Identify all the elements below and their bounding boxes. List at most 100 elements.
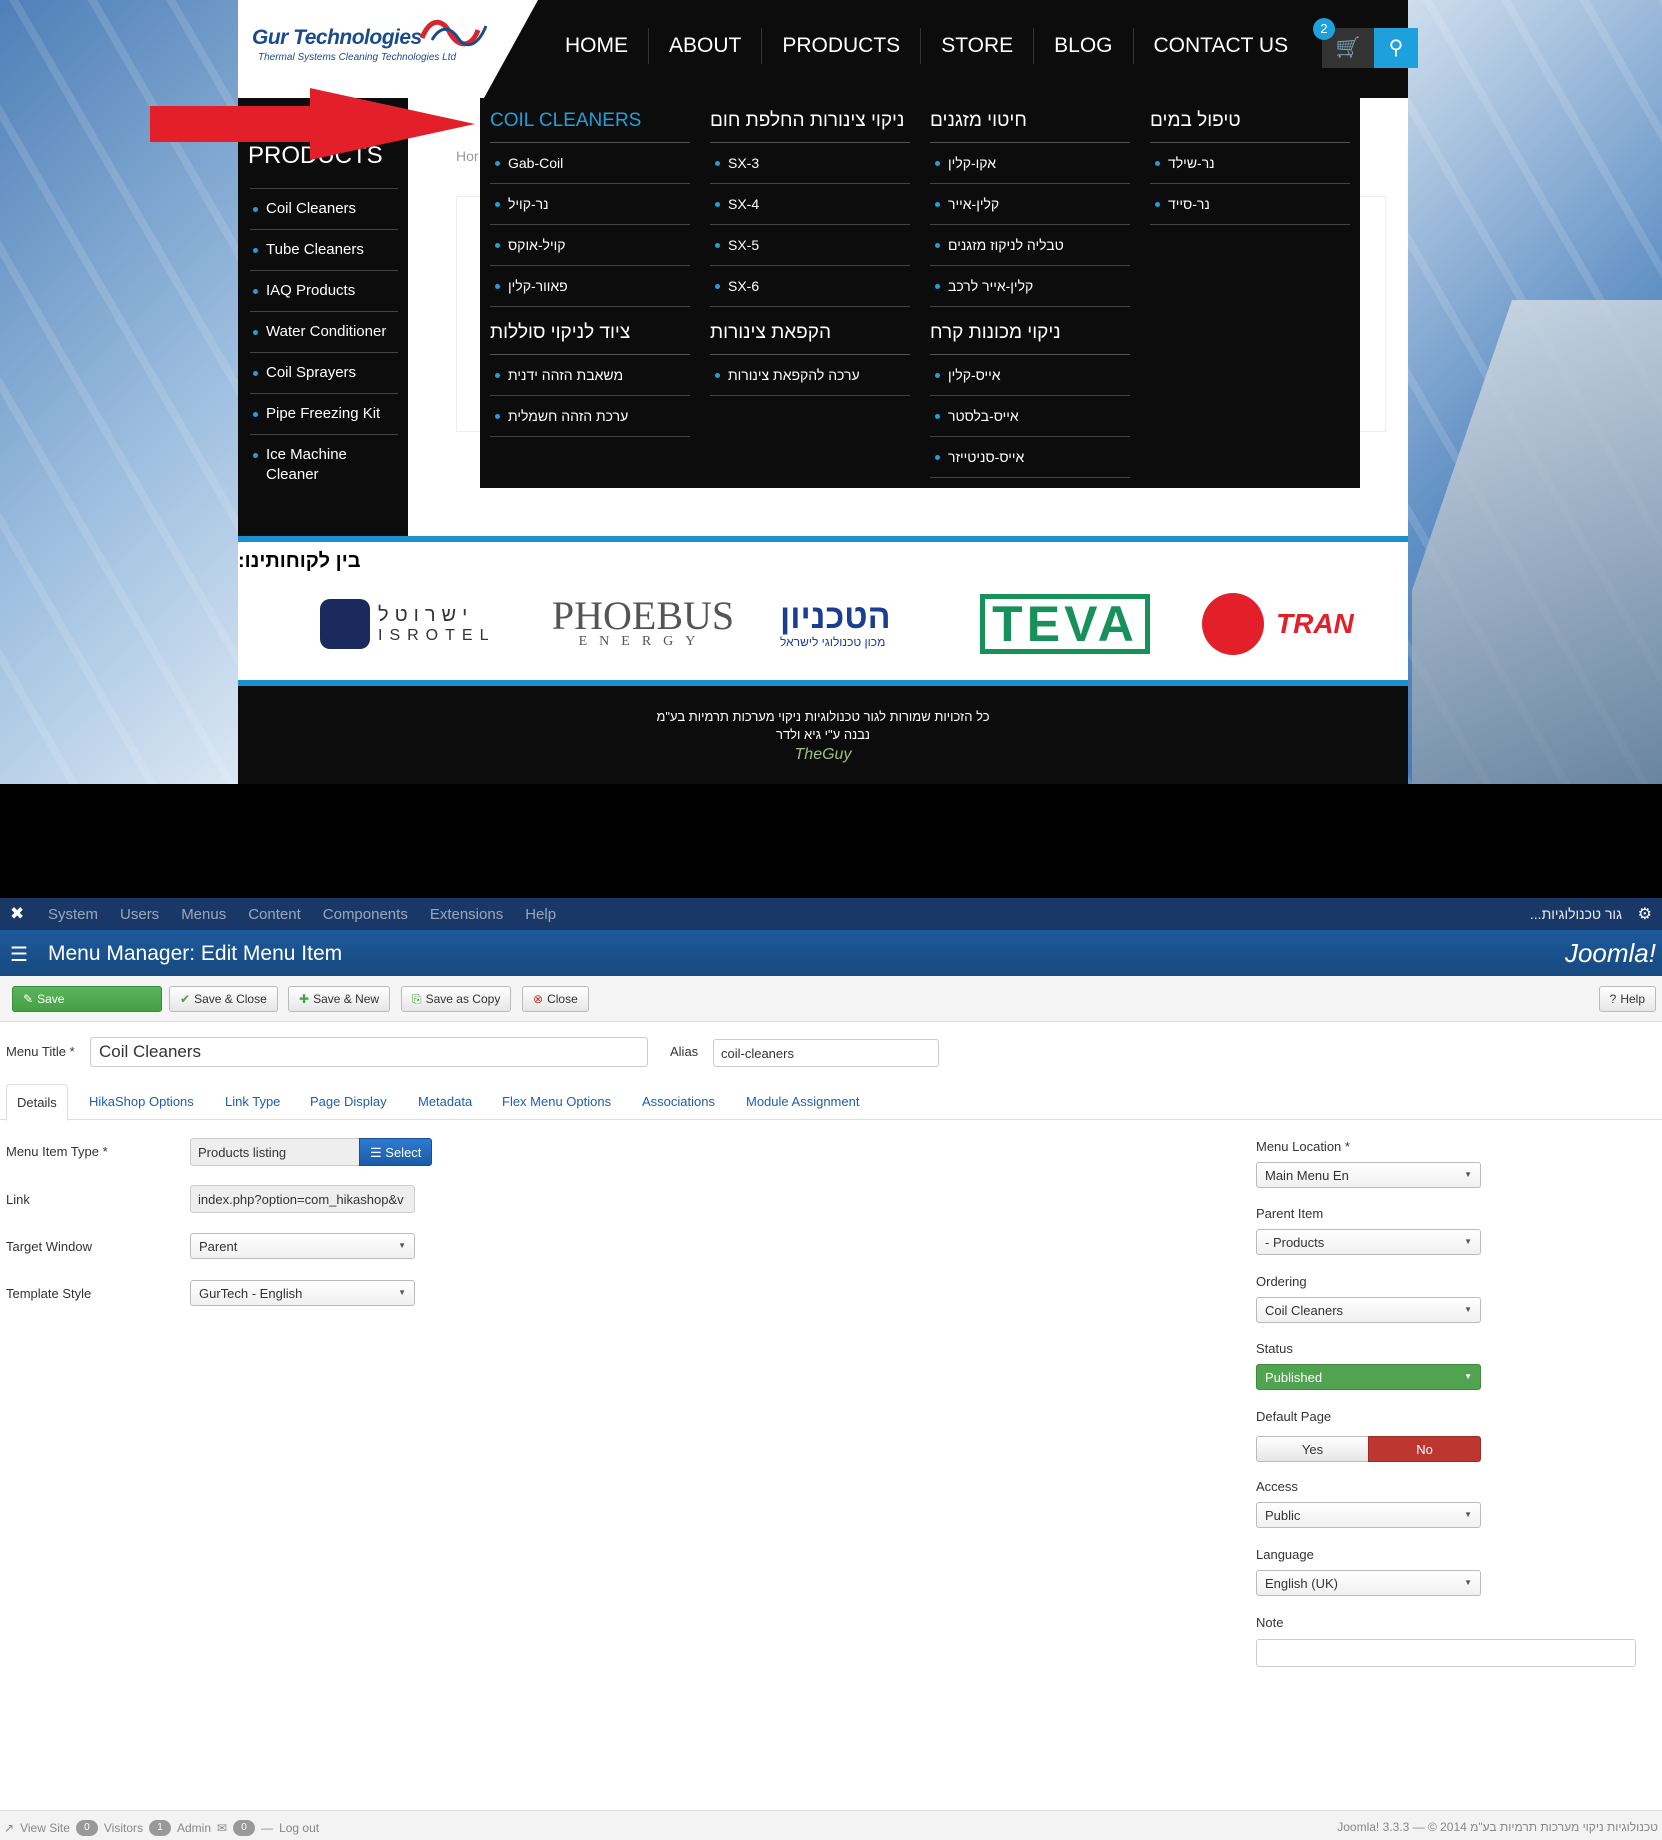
- menu-system[interactable]: System: [48, 906, 98, 923]
- sidebar-item-water-conditioner[interactable]: Water Conditioner: [250, 311, 398, 352]
- tab-page-display[interactable]: Page Display: [300, 1084, 397, 1120]
- sidebar-item-ice-machine-cleaner[interactable]: Ice Machine Cleaner: [250, 434, 398, 495]
- mega-item[interactable]: משאבת הזהה ידנית: [490, 355, 690, 396]
- mega-item[interactable]: קלין-אייר לרכב: [930, 266, 1130, 307]
- select-button[interactable]: ☰ Select: [359, 1138, 433, 1166]
- note-field[interactable]: [1256, 1639, 1636, 1667]
- mega-item[interactable]: SX-3: [710, 143, 910, 184]
- tab-metadata[interactable]: Metadata: [408, 1084, 482, 1120]
- menu-menus[interactable]: Menus: [181, 906, 226, 923]
- trane-circle-icon: [1202, 593, 1264, 655]
- mega-item[interactable]: נר-קויל: [490, 184, 690, 225]
- mega-item[interactable]: טבליה לניקוז מזגנים: [930, 225, 1130, 266]
- default-no-button[interactable]: No: [1368, 1436, 1481, 1462]
- mega-item[interactable]: אייס-בלסטר: [930, 396, 1130, 437]
- parent-item-select[interactable]: - Products: [1256, 1229, 1481, 1255]
- mega-item[interactable]: נר-סייד: [1150, 184, 1350, 225]
- mega-item[interactable]: אקו-קלין: [930, 143, 1130, 184]
- tab-hikashop-options[interactable]: HikaShop Options: [79, 1084, 204, 1120]
- default-yes-button[interactable]: Yes: [1256, 1436, 1369, 1462]
- tab-details[interactable]: Details: [6, 1084, 68, 1121]
- save-copy-button[interactable]: ⎘ Save as Copy: [401, 986, 512, 1012]
- template-style-select[interactable]: GurTech - English: [190, 1280, 415, 1306]
- sidebar-item-coil-sprayers[interactable]: Coil Sprayers: [250, 352, 398, 393]
- mega-heading[interactable]: ניקוי מכונות קרח: [930, 310, 1130, 355]
- site-screenshot: Gur Technologies Thermal Systems Cleanin…: [0, 0, 1662, 784]
- mega-heading[interactable]: הקפאת צינורות: [710, 310, 910, 355]
- sidebar-item-coil-cleaners[interactable]: Coil Cleaners: [250, 188, 398, 229]
- status-select[interactable]: Published: [1256, 1364, 1481, 1390]
- nav-blog[interactable]: BLOG: [1034, 28, 1134, 64]
- nav-store[interactable]: STORE: [921, 28, 1035, 64]
- sidebar-item-tube-cleaners[interactable]: Tube Cleaners: [250, 229, 398, 270]
- mega-item[interactable]: SX-6: [710, 266, 910, 307]
- admin-topbar: ✖ System Users Menus Content Components …: [0, 898, 1662, 930]
- footer-credit[interactable]: TheGuy: [238, 746, 1408, 764]
- mega-item[interactable]: ערכת הזהה חשמלית: [490, 396, 690, 437]
- menu-extensions[interactable]: Extensions: [430, 906, 503, 923]
- menu-title-field[interactable]: Coil Cleaners: [90, 1037, 648, 1067]
- mega-col-heat-exchange: ניקוי צינורות החלפת חום SX-3 SX-4 SX-5 S…: [710, 98, 910, 307]
- nav-home[interactable]: HOME: [545, 28, 649, 64]
- sidebar-item-pipe-freezing-kit[interactable]: Pipe Freezing Kit: [250, 393, 398, 434]
- tab-link-type[interactable]: Link Type: [215, 1084, 290, 1120]
- sidebar-item-iaq-products[interactable]: IAQ Products: [250, 270, 398, 311]
- mega-item[interactable]: SX-4: [710, 184, 910, 225]
- gear-icon[interactable]: ⚙: [1638, 904, 1652, 924]
- save-new-button[interactable]: ✚ Save & New: [288, 986, 391, 1012]
- menu-title-label: Menu Title *: [6, 1044, 75, 1059]
- mega-item[interactable]: קויל-אוקס: [490, 225, 690, 266]
- menu-help[interactable]: Help: [525, 906, 556, 923]
- site-link[interactable]: גור טכנולוגיות...: [1530, 906, 1622, 922]
- menu-components[interactable]: Components: [323, 906, 408, 923]
- access-select[interactable]: Public: [1256, 1502, 1481, 1528]
- mega-item[interactable]: Gab-Coil: [490, 143, 690, 184]
- mega-item[interactable]: SX-5: [710, 225, 910, 266]
- joomla-logo-icon[interactable]: ✖: [10, 904, 24, 924]
- messages-count-badge[interactable]: 0: [233, 1820, 256, 1836]
- mega-heading[interactable]: ניקוי צינורות החלפת חום: [710, 98, 910, 143]
- tab-flex-menu-options[interactable]: Flex Menu Options: [492, 1084, 621, 1120]
- logo-title[interactable]: Gur Technologies: [252, 26, 422, 50]
- ordering-select[interactable]: Coil Cleaners: [1256, 1297, 1481, 1323]
- mega-heading[interactable]: טיפול במים: [1150, 98, 1350, 143]
- view-site-link[interactable]: View Site: [20, 1821, 70, 1835]
- nav-contact[interactable]: CONTACT US: [1134, 28, 1309, 64]
- close-button[interactable]: ⊗ Close: [522, 986, 589, 1012]
- mega-heading[interactable]: חיטוי מזגנים: [930, 98, 1130, 143]
- logout-icon: —: [261, 1821, 274, 1835]
- mega-heading[interactable]: ציוד לניקוי סוללות: [490, 310, 690, 355]
- language-label: Language: [1256, 1547, 1314, 1562]
- target-window-select[interactable]: Parent: [190, 1233, 415, 1259]
- mega-item[interactable]: ערכה להקפאת צינורות: [710, 355, 910, 396]
- nav-products[interactable]: PRODUCTS: [762, 28, 922, 64]
- help-button[interactable]: ? Help: [1598, 986, 1656, 1012]
- logout-link[interactable]: Log out: [279, 1821, 319, 1835]
- menu-location-select[interactable]: Main Menu En: [1256, 1162, 1481, 1188]
- mega-heading[interactable]: COIL CLEANERS: [490, 98, 690, 143]
- language-select[interactable]: English (UK): [1256, 1570, 1481, 1596]
- tab-associations[interactable]: Associations: [632, 1084, 725, 1120]
- menu-users[interactable]: Users: [120, 906, 159, 923]
- tab-module-assignment[interactable]: Module Assignment: [736, 1084, 869, 1120]
- technion-text: הטכניון: [780, 598, 891, 636]
- mega-item[interactable]: פאוור-קלין: [490, 266, 690, 307]
- teva-text: TEVA: [992, 596, 1138, 652]
- close-icon: ⊗: [533, 992, 544, 1006]
- save-button[interactable]: ✎ Save: [12, 986, 162, 1012]
- nav-about[interactable]: ABOUT: [649, 28, 763, 64]
- admin-toolbar: ✎ Save ✔ Save & Close ✚ Save & New ⎘ Save as…: [0, 976, 1662, 1022]
- admin-label: Admin: [177, 1821, 212, 1835]
- mega-item[interactable]: קלין-אייר: [930, 184, 1130, 225]
- alias-field[interactable]: coil-cleaners: [713, 1039, 939, 1067]
- save-close-button[interactable]: ✔ Save & Close: [169, 986, 278, 1012]
- question-icon: ?: [1609, 992, 1617, 1006]
- search-icon[interactable]: ⚲: [1374, 28, 1418, 68]
- select-label: Select: [385, 1145, 422, 1160]
- mega-item[interactable]: נר-שילד: [1150, 143, 1350, 184]
- menu-content[interactable]: Content: [248, 906, 301, 923]
- mega-item[interactable]: אייס-סניטייזר: [930, 437, 1130, 478]
- mega-item[interactable]: אייס-קלין: [930, 355, 1130, 396]
- isrotel-mark-icon: [320, 599, 370, 649]
- cart-count-badge: 2: [1313, 18, 1335, 40]
